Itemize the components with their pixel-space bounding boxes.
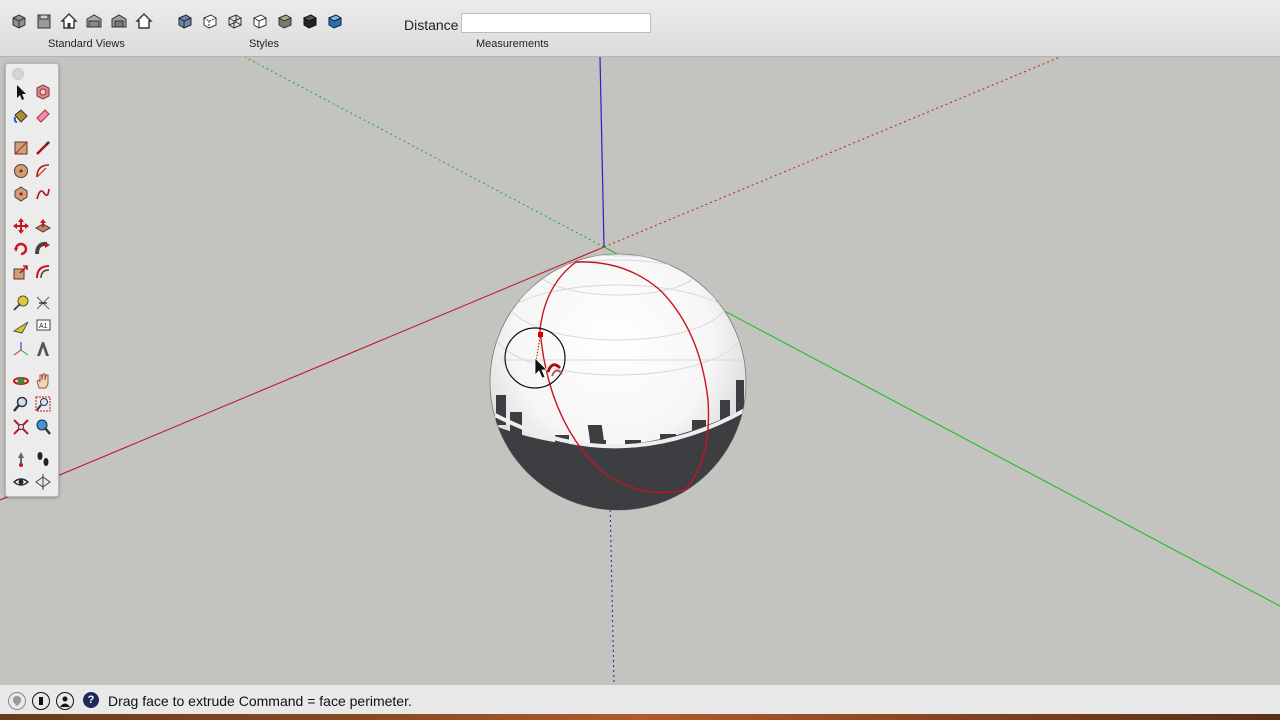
eraser-tool-icon[interactable]: [33, 106, 53, 126]
xray-style-icon[interactable]: [174, 10, 196, 32]
dock-strip: [0, 714, 1280, 720]
select-tool-icon[interactable]: [11, 82, 31, 102]
rotate-tool-icon[interactable]: [11, 239, 31, 259]
svg-text:A1: A1: [39, 323, 48, 330]
follow-me-tool-icon[interactable]: [33, 239, 53, 259]
hidden-line-style-icon[interactable]: [249, 10, 271, 32]
tool-palette: A1: [5, 63, 59, 497]
palette-close-button[interactable]: [12, 68, 24, 80]
tape-measure-tool-icon[interactable]: [11, 293, 31, 313]
monochrome-style-icon[interactable]: [324, 10, 346, 32]
credits-icon[interactable]: [32, 692, 50, 710]
green-axis-negative: [244, 57, 605, 248]
circle-tool-icon[interactable]: [11, 161, 31, 181]
pan-tool-icon[interactable]: [33, 371, 53, 391]
offset-tool-icon[interactable]: [33, 262, 53, 282]
axes-tool-icon[interactable]: [11, 339, 31, 359]
orbit-tool-icon[interactable]: [11, 371, 31, 391]
measurements-input[interactable]: [461, 13, 651, 33]
help-icon[interactable]: ?: [83, 692, 99, 708]
sphere-model[interactable]: [480, 245, 760, 520]
blue-axis-negative: [609, 499, 615, 684]
left-view-icon[interactable]: [133, 10, 155, 32]
look-around-tool-icon[interactable]: [11, 472, 31, 492]
geo-location-icon[interactable]: [8, 692, 26, 710]
scale-tool-icon[interactable]: [11, 262, 31, 282]
top-view-icon[interactable]: [33, 10, 55, 32]
user-icon[interactable]: [56, 692, 74, 710]
back-edges-style-icon[interactable]: [199, 10, 221, 32]
front-view-icon[interactable]: [58, 10, 80, 32]
polygon-tool-icon[interactable]: [11, 184, 31, 204]
shaded-style-icon[interactable]: [274, 10, 296, 32]
text-tool-icon[interactable]: A1: [33, 316, 53, 336]
previous-view-tool-icon[interactable]: [33, 417, 53, 437]
line-tool-icon[interactable]: [33, 138, 53, 158]
standard-views-group: [8, 10, 155, 34]
walk-tool-icon[interactable]: [33, 449, 53, 469]
protractor-tool-icon[interactable]: [11, 316, 31, 336]
iso-view-icon[interactable]: [8, 10, 30, 32]
zoom-window-tool-icon[interactable]: [33, 394, 53, 414]
rectangle-tool-icon[interactable]: [11, 138, 31, 158]
shaded-textures-style-icon[interactable]: [299, 10, 321, 32]
blue-axis-positive: [599, 57, 605, 248]
wireframe-style-icon[interactable]: [224, 10, 246, 32]
zoom-extents-tool-icon[interactable]: [11, 417, 31, 437]
styles-group: [174, 10, 346, 34]
push-pull-tool-icon[interactable]: [33, 216, 53, 236]
arc-tool-icon[interactable]: [33, 161, 53, 181]
position-camera-tool-icon[interactable]: [11, 449, 31, 469]
red-axis-negative: [603, 57, 1061, 248]
styles-label: Styles: [249, 38, 279, 50]
make-component-tool-icon[interactable]: [33, 82, 53, 102]
dimension-tool-icon[interactable]: [33, 293, 53, 313]
measurements-label: Measurements: [476, 38, 549, 50]
status-bar: ? Drag face to extrude Command = face pe…: [0, 684, 1280, 715]
move-tool-icon[interactable]: [11, 216, 31, 236]
measurements-field-label: Distance: [404, 17, 459, 33]
standard-views-label: Standard Views: [48, 38, 125, 50]
freehand-tool-icon[interactable]: [33, 184, 53, 204]
top-toolbar: Standard Views Styles Distance Measureme…: [0, 0, 1280, 57]
status-message: Drag face to extrude Command = face peri…: [108, 693, 412, 709]
section-plane-tool-icon[interactable]: [33, 472, 53, 492]
right-view-icon[interactable]: [83, 10, 105, 32]
back-view-icon[interactable]: [108, 10, 130, 32]
model-viewport[interactable]: [0, 57, 1280, 684]
paint-bucket-tool-icon[interactable]: [11, 106, 31, 126]
zoom-tool-icon[interactable]: [11, 394, 31, 414]
3d-text-tool-icon[interactable]: [33, 339, 53, 359]
